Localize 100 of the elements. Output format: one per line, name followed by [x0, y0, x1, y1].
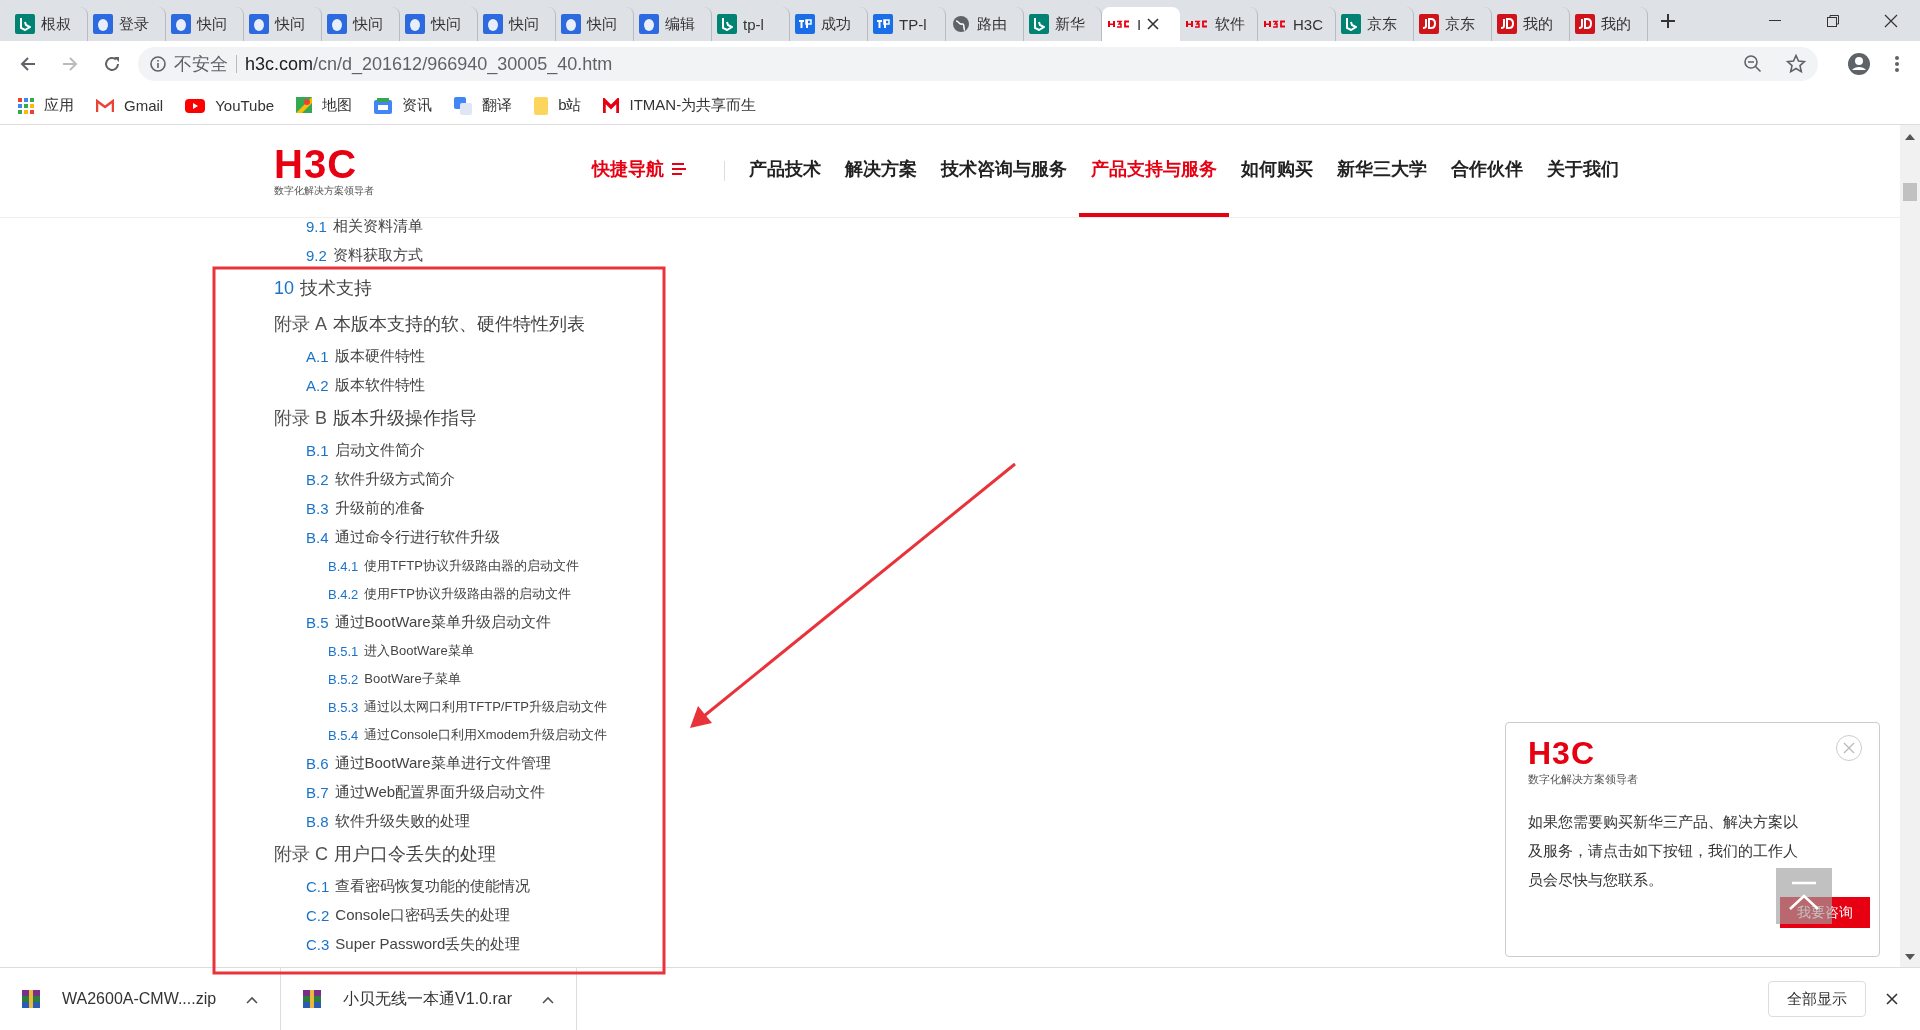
logo-tagline: 数字化解决方案领导者	[274, 184, 375, 198]
browser-tab[interactable]: 快问	[400, 7, 478, 41]
toc-link[interactable]: 10 技术支持	[274, 270, 373, 306]
toc-link[interactable]: B.5.2 BootWare子菜单	[328, 665, 461, 693]
nav-link[interactable]: 新华三大学	[1325, 125, 1439, 217]
bookmark-item[interactable]: ITMAN-为共享而生	[603, 96, 757, 115]
restore-icon	[1827, 14, 1839, 27]
nav-link[interactable]: 产品支持与服务	[1079, 125, 1229, 217]
toc-link[interactable]: 附录 B 版本升级操作指导	[274, 400, 477, 436]
toc-link[interactable]: 9.2 资料获取方式	[306, 241, 423, 270]
profile-avatar-icon[interactable]	[1848, 53, 1870, 75]
toc-link[interactable]: B.5.4 通过Console口利用Xmodem升级启动文件	[328, 721, 608, 749]
toc-link[interactable]: B.8 软件升级失败的处理	[306, 807, 470, 836]
nav-link[interactable]: 产品技术	[737, 125, 833, 217]
toc-link[interactable]: B.1 启动文件简介	[306, 436, 425, 465]
browser-tab[interactable]: 我的	[1570, 7, 1648, 41]
browser-tab[interactable]: 软件	[1180, 7, 1258, 41]
browser-tab[interactable]: 快问	[244, 7, 322, 41]
browser-tab[interactable]: 成功	[790, 7, 868, 41]
toc-link[interactable]: B.5.3 通过以太网口利用TFTP/FTP升级启动文件	[328, 693, 608, 721]
toc-link[interactable]: 附录 A 本版本支持的软、硬件特性列表	[274, 306, 585, 342]
show-all-button[interactable]: 全部显示	[1768, 981, 1866, 1017]
toc-link[interactable]: 9.1 相关资料清单	[306, 212, 423, 241]
toc-link[interactable]: C.3 Super Password丢失的处理	[306, 930, 521, 959]
bookmark-item[interactable]: 翻译	[454, 96, 513, 115]
nav-link[interactable]: 合作伙伴	[1439, 125, 1535, 217]
toc-link[interactable]: B.5.1 进入BootWare菜单	[328, 637, 474, 665]
map-pin-icon	[296, 96, 313, 115]
toc-link[interactable]: 附录 C 用户口令丢失的处理	[274, 836, 496, 872]
bookmark-item[interactable]: YouTube	[185, 97, 275, 114]
toc-link[interactable]: B.2 软件升级方式简介	[306, 465, 455, 494]
download-item[interactable]: 小贝无线一本通V1.0.rar	[281, 968, 578, 1030]
caret-icon	[246, 996, 259, 1004]
menu-icon[interactable]	[1894, 55, 1900, 73]
close-icon	[1886, 993, 1898, 1005]
bing-icon	[1029, 14, 1049, 34]
browser-tab[interactable]: TP-l	[868, 7, 946, 41]
browser-tab[interactable]: 根叔	[10, 7, 88, 41]
browser-tab[interactable]: I	[1102, 7, 1180, 41]
nav-link[interactable]: 解决方案	[833, 125, 929, 217]
bing-icon	[717, 14, 737, 34]
toc-link[interactable]: A.1 版本硬件特性	[306, 342, 425, 371]
nav-link[interactable]: 关于我们	[1535, 125, 1631, 217]
close-icon	[1842, 741, 1856, 755]
close-icon	[1884, 13, 1898, 28]
nav-link[interactable]: 如何购买	[1229, 125, 1325, 217]
news-icon	[374, 97, 393, 114]
browser-tab[interactable]: 新华	[1024, 7, 1102, 41]
menu-lines-icon	[672, 163, 686, 175]
archive-file-icon	[22, 990, 40, 1008]
m-logo-icon	[603, 97, 620, 114]
address-bar[interactable]: 不安全 h3c.com/cn/d_201612/966940_30005_40.htm	[138, 47, 1818, 81]
star-icon[interactable]	[1786, 54, 1806, 74]
bookmark-item[interactable]: 资讯	[374, 96, 433, 115]
scroll-up-icon[interactable]	[1905, 133, 1915, 141]
toc-link[interactable]: A.2 版本软件特性	[306, 371, 425, 400]
info-icon	[150, 56, 166, 72]
browser-tab[interactable]: 我的	[1492, 7, 1570, 41]
bookmark-item[interactable]: 应用	[18, 96, 74, 115]
tp-icon	[873, 14, 893, 34]
quick-nav-menu[interactable]: 快捷导航	[580, 125, 710, 217]
toc-link[interactable]: B.4.2 使用FTP协议升级路由器的启动文件	[328, 580, 571, 608]
toc-link[interactable]: B.4 通过命令行进行软件升级	[306, 523, 500, 552]
scroll-down-icon[interactable]	[1905, 953, 1915, 961]
popup-message: 如果您需要购买新华三产品、解决方案以及服务，请点击如下按钮，我们的工作人员会尽快与您联系。	[1528, 812, 1799, 890]
toc-link[interactable]: C.2 Console口密码丢失的处理	[306, 901, 511, 930]
toc-link[interactable]: B.7 通过Web配置界面升级启动文件	[306, 778, 546, 807]
browser-tab[interactable]: 京东	[1336, 7, 1414, 41]
browser-tab[interactable]: 登录	[88, 7, 166, 41]
toc-link[interactable]: C.1 查看密码恢复功能的使能情况	[306, 872, 531, 901]
bookmark-item[interactable]: Gmail	[96, 97, 164, 114]
toc-link[interactable]: B.5 通过BootWare菜单升级启动文件	[306, 608, 551, 637]
browser-tab[interactable]: 京东	[1414, 7, 1492, 41]
browser-tab[interactable]: 快问	[556, 7, 634, 41]
bookmark-item[interactable]: 地图	[296, 96, 353, 115]
toc-link[interactable]: B.6 通过BootWare菜单进行文件管理	[306, 749, 551, 778]
minimize-icon	[1769, 19, 1781, 22]
toc-link[interactable]: B.4.1 使用TFTP协议升级路由器的启动文件	[328, 552, 579, 580]
h3c-logo: H3C	[1528, 737, 1595, 769]
toc-link[interactable]: B.3 升级前的准备	[306, 494, 425, 523]
bookmark-item[interactable]: b站	[534, 96, 582, 115]
browser-tab[interactable]: 快问	[478, 7, 556, 41]
scrollbar-thumb[interactable]	[1903, 183, 1917, 201]
jd-icon	[1419, 14, 1439, 34]
archive-file-icon	[303, 990, 322, 1008]
browser-tab[interactable]: 快问	[166, 7, 244, 41]
nav-link[interactable]: 技术咨询与服务	[929, 125, 1079, 217]
h3c-logo[interactable]: H3C	[274, 144, 358, 184]
jd-icon	[1497, 14, 1517, 34]
download-item[interactable]: WA2600A-CMW....zip	[0, 968, 282, 1030]
browser-tab[interactable]: H3C	[1258, 7, 1336, 41]
browser-tab[interactable]: 编辑	[634, 7, 712, 41]
browser-tab[interactable]: 快问	[322, 7, 400, 41]
zoom-out-icon[interactable]	[1744, 55, 1762, 73]
browser-tab[interactable]: tp-l	[712, 7, 790, 41]
browser-tab[interactable]: 路由	[946, 7, 1024, 41]
apps-grid-icon	[18, 97, 34, 114]
close-icon[interactable]	[1147, 18, 1160, 30]
caret-icon	[542, 996, 555, 1004]
url-text: h3c.com/cn/d_201612/966940_30005_40.htm	[245, 53, 613, 75]
